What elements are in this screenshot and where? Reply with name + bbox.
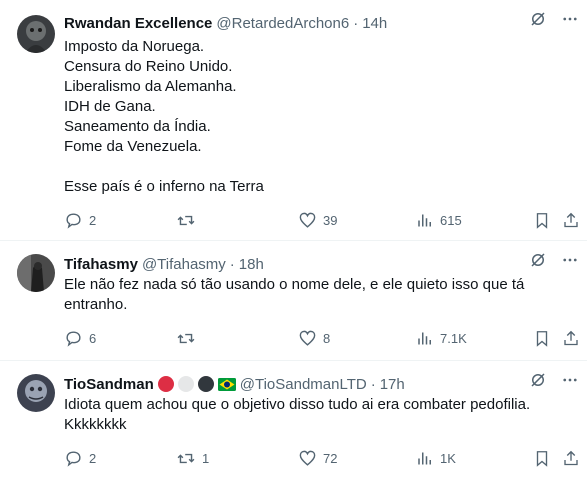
tweet-header: TioSandman @TioSandmanLTD · 17h [64,374,577,394]
text-line: Imposto da Noruega. [64,38,205,55]
text-line: Kkkkkkkk [64,416,127,433]
like-count: 39 [323,212,338,228]
text-line: entranho. [64,296,128,313]
retweet-count: 1 [202,450,210,466]
avatar[interactable] [17,254,55,292]
reply-count: 2 [89,212,97,228]
views-button[interactable]: 1K [416,448,456,468]
bookmark-icon [536,330,548,347]
views-button[interactable]: 7.1K [416,328,467,348]
bookmark-icon [536,212,548,229]
text-line: Censura do Reino Unido. [64,58,233,75]
heart-icon [299,330,316,346]
tweet-top-actions [529,251,579,269]
bookmark-button[interactable] [533,210,551,230]
reply-count: 2 [89,450,97,466]
like-count: 8 [323,330,331,346]
like-count: 72 [323,450,338,466]
like-button[interactable]: 72 [298,448,337,468]
avatar[interactable] [17,15,55,53]
reply-button[interactable]: 6 [64,328,96,348]
tweet-top-actions [529,371,579,389]
retweet-button[interactable]: 1 [176,448,209,468]
separator: · [229,255,235,273]
separator: · [370,375,376,393]
brazil-flag-icon [217,377,236,391]
tweet-actions: 6 8 7.1K [64,328,579,348]
avatar[interactable] [17,374,55,412]
text-line [64,157,574,177]
like-button[interactable]: 39 [298,210,337,230]
text-line: Esse país é o inferno na Terra [64,178,264,195]
text-line: Ele não fez nada só tão usando o nome de… [64,276,525,293]
reply-button[interactable]: 2 [64,448,96,468]
share-button[interactable] [562,448,580,468]
retweet-icon [177,215,195,225]
text-line: Liberalismo da Alemanha. [64,78,237,95]
timestamp[interactable]: 18h [239,256,264,273]
views-button[interactable]: 615 [416,210,462,230]
tweet-actions: 2 1 72 1K [64,448,579,468]
text-line: IDH de Gana. [64,98,156,115]
views-count: 1K [440,450,456,466]
views-icon [418,452,431,464]
timestamp[interactable]: 17h [380,376,405,393]
tweet[interactable]: Rwandan Excellence @RetardedArchon6 · 14… [0,0,587,241]
heart-icon [299,212,316,228]
display-name[interactable]: Tifahasmy [64,256,138,273]
reply-icon [66,212,81,229]
user-handle[interactable]: @RetardedArchon6 [216,15,349,32]
tweet[interactable]: TioSandman @TioSandmanLTD · 17h Idiota q… [0,361,587,481]
heart-icon [299,450,316,466]
views-count: 615 [440,212,462,228]
like-button[interactable]: 8 [298,328,330,348]
more-options-icon[interactable] [561,251,579,269]
black-circle-emoji [197,376,214,392]
reply-icon [66,450,81,467]
grok-icon[interactable] [529,251,547,269]
grok-icon[interactable] [529,10,547,28]
text-line: Saneamento da Índia. [64,118,211,135]
reply-button[interactable]: 2 [64,210,96,230]
reply-count: 6 [89,330,97,346]
white-circle-emoji [177,376,194,392]
retweet-icon [177,333,195,343]
bookmark-button[interactable] [533,328,551,348]
text-line: Fome da Venezuela. [64,138,202,155]
bookmark-icon [536,450,548,467]
share-button[interactable] [562,328,580,348]
retweet-button[interactable] [176,210,202,230]
retweet-button[interactable] [176,328,202,348]
display-name[interactable]: Rwandan Excellence [64,15,212,32]
tweet-text: Imposto da Noruega. Censura do Reino Uni… [64,37,574,197]
tweet-header: Rwandan Excellence @RetardedArchon6 · 14… [64,13,577,33]
user-handle[interactable]: @TioSandmanLTD [240,376,367,393]
views-icon [418,332,431,344]
grok-icon[interactable] [529,371,547,389]
text-line: Idiota quem achou que o objetivo disso t… [64,396,531,413]
tweet-header: Tifahasmy @Tifahasmy · 18h [64,254,577,274]
reply-icon [66,330,81,347]
separator: · [353,14,359,32]
share-icon [564,212,578,227]
retweet-icon [177,453,195,463]
tweet-text: Ele não fez nada só tão usando o nome de… [64,275,574,315]
more-options-icon[interactable] [561,10,579,28]
tweet-top-actions [529,10,579,28]
views-count: 7.1K [440,330,467,346]
views-icon [418,214,431,226]
bookmark-button[interactable] [533,448,551,468]
tweet-actions: 2 39 615 [64,210,579,230]
display-name[interactable]: TioSandman [64,376,154,393]
user-handle[interactable]: @Tifahasmy [142,256,226,273]
share-icon [564,330,578,345]
timestamp[interactable]: 14h [362,15,387,32]
tweet[interactable]: Tifahasmy @Tifahasmy · 18h Ele não fez n… [0,241,587,361]
more-options-icon[interactable] [561,371,579,389]
tweet-text: Idiota quem achou que o objetivo disso t… [64,395,574,435]
share-button[interactable] [562,210,580,230]
share-icon [564,450,578,465]
red-circle-emoji [157,376,174,392]
